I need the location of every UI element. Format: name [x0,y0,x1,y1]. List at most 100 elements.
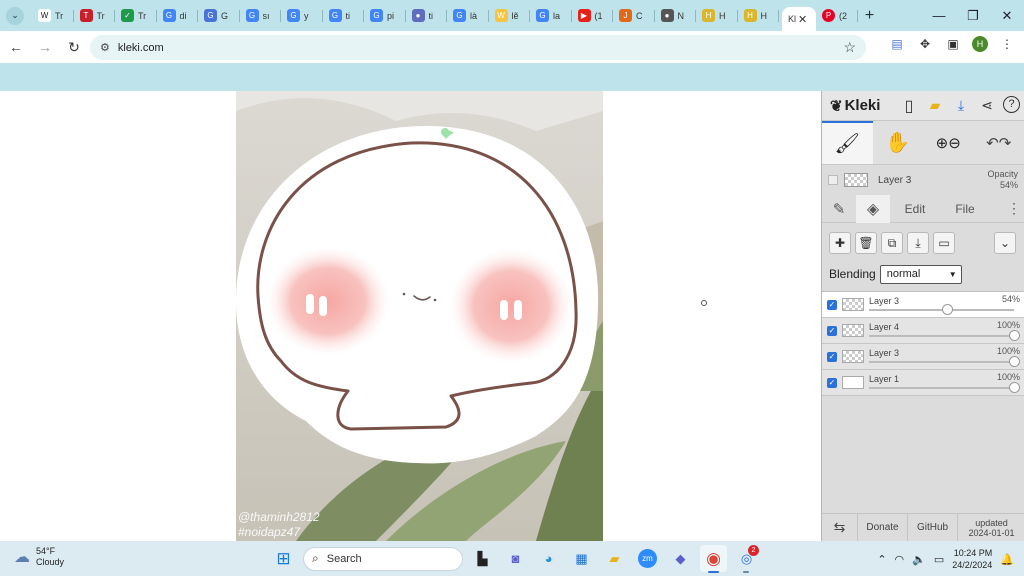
taskbar-search[interactable]: ⌕ Search [303,546,463,571]
new-tab-button[interactable]: + [858,7,882,25]
github-link[interactable]: GitHub [908,513,958,542]
menu-kebab-icon[interactable]: ⋮ [998,35,1016,53]
layer-visibility-checkbox[interactable]: ✓ [827,378,837,388]
tab-search-button[interactable]: ⌄ [6,6,24,25]
new-image-icon[interactable]: ▯ [899,96,919,116]
teams-app[interactable]: ◆ [667,545,694,572]
battery-icon[interactable]: ▭ [934,553,944,566]
extensions-icon[interactable]: ✥ [916,35,934,53]
download-icon[interactable]: ⤓ [951,96,971,116]
tab-brush-settings[interactable]: ✎ [822,195,856,223]
browser-tab[interactable]: GG [198,4,240,28]
zoom-button[interactable]: ⊕⊖ [923,121,974,164]
start-button[interactable]: ⊞ [270,545,297,572]
layer-opacity-knob[interactable] [1009,330,1020,341]
meet-app[interactable]: ◙ [502,545,529,572]
kleki-logo[interactable]: ❦ Kleki [830,97,880,115]
tab-edit[interactable]: Edit [890,195,940,223]
browser-tab[interactable]: ● ti [406,4,448,28]
close-tab-icon[interactable]: ✕ [798,13,807,26]
zalo-app[interactable]: ◎ 2 [733,545,760,573]
layer-row[interactable]: ✓ Layer 1 100% [822,370,1024,396]
layer-visibility-checkbox[interactable]: ✓ [827,300,837,310]
brush-tool-button[interactable]: 🖌 [822,121,873,164]
file-explorer-app[interactable]: ▰ [601,545,628,572]
browser-tab[interactable]: Gdi [157,4,199,28]
zoom-app[interactable]: zm [634,545,661,572]
layer-opacity-slider[interactable] [869,335,1014,337]
donate-link[interactable]: Donate [858,513,908,542]
tab-title: N [677,10,685,21]
more-options-icon[interactable]: ⋮ [1004,195,1024,223]
side-panel-icon[interactable]: ▣ [944,35,962,53]
layer-menu-dropdown[interactable]: ⌄ [994,232,1016,254]
layer-visibility-checkbox[interactable]: ✓ [827,352,837,362]
layer-row[interactable]: ✓ Layer 4 100% [822,318,1024,344]
wifi-icon[interactable]: ◠ [895,553,905,566]
weather-widget[interactable]: ☁ 54°F Cloudy [14,546,64,568]
browser-toolbar: ← → ↻ ⚙ kleki.com ☆ ▤ ✥ ▣ H ⋮ [0,31,1024,63]
tab-pinterest[interactable]: P (2 [816,4,858,28]
tab-file[interactable]: File [940,195,990,223]
browser-tab[interactable]: Gti [323,4,365,28]
add-layer-button[interactable]: ✚ [829,232,851,254]
store-app[interactable]: ▦ [568,545,595,572]
kleki-workspace[interactable]: @thaminh2812 #noidapz47 [0,91,821,541]
delete-layer-button[interactable]: 🗑 [855,232,877,254]
browser-tab[interactable]: Gsı [240,4,282,28]
clock[interactable]: 10:24 PM 24/2/2024 [952,547,992,571]
updated-info[interactable]: updated 2024-01-01 [958,514,1024,542]
browser-tab[interactable]: HH [738,4,780,28]
undo-redo-button[interactable]: ↶↷ [974,121,1024,164]
merge-down-button[interactable]: ⤓ [907,232,929,254]
browser-tab[interactable]: Glà [447,4,489,28]
swap-panel-side-icon[interactable]: ⇆ [822,513,858,542]
reload-button[interactable]: ↻ [61,34,87,60]
profile-avatar[interactable]: H [972,36,988,52]
restore-button[interactable]: ❐ [956,0,990,31]
close-window-button[interactable]: ✕ [990,0,1024,31]
browser-tab[interactable]: T Tr [74,4,116,28]
notification-bell-icon[interactable]: 🔔 [1000,553,1014,566]
address-bar[interactable]: ⚙ kleki.com ☆ [90,35,866,60]
layer-row[interactable]: ✓ Layer 3 54% [822,292,1024,318]
browser-tab[interactable]: Gla [530,4,572,28]
rename-layer-button[interactable]: ▭ [933,232,955,254]
browser-tab[interactable]: ● N [655,4,697,28]
browser-tab[interactable]: Wlẽ [489,4,531,28]
volume-icon[interactable]: 🔈 [912,553,926,566]
layer-opacity-knob[interactable] [1009,382,1020,393]
drawing-canvas[interactable]: @thaminh2812 #noidapz47 [236,91,603,541]
browser-tab[interactable]: ▶ (1 [572,4,614,28]
browser-tab[interactable]: Gy [281,4,323,28]
browser-tab[interactable]: Gpi [364,4,406,28]
share-icon[interactable]: ⋖ [977,96,997,116]
task-view-button[interactable]: ▙ [469,545,496,572]
layer-opacity-knob[interactable] [941,304,953,315]
chrome-app[interactable]: ◉ [700,545,727,573]
open-folder-icon[interactable]: ▰ [925,96,945,116]
layer-opacity-slider[interactable] [869,387,1014,389]
layer-row[interactable]: ✓ Layer 3 100% [822,344,1024,370]
layer-opacity-knob[interactable] [1009,356,1020,367]
back-button[interactable]: ← [3,34,29,60]
reading-list-icon[interactable]: ▤ [888,35,906,53]
browser-tab[interactable]: JC [613,4,655,28]
browser-tab[interactable]: ✓ Tr [115,4,157,28]
browser-tab[interactable]: HH [696,4,738,28]
help-icon[interactable]: ? [1003,95,1020,113]
hand-tool-button[interactable]: ✋ [873,121,924,164]
site-info-icon[interactable]: ⚙ [100,41,110,54]
tab-kleki-active[interactable]: Kl ✕ [782,7,816,31]
browser-tab[interactable]: W Tr [32,4,74,28]
minimize-button[interactable]: — [922,0,956,31]
blending-select[interactable]: normal ▼ [879,264,962,284]
layer-visibility-checkbox[interactable]: ✓ [827,326,837,336]
chevron-up-icon[interactable]: ⌃ [877,553,886,566]
edge-app[interactable]: ◕ [535,545,562,572]
bookmark-star-icon[interactable]: ☆ [843,39,856,56]
layer-opacity-slider[interactable] [869,361,1014,363]
duplicate-layer-button[interactable]: ⧉ [881,232,903,254]
forward-button[interactable]: → [32,34,58,60]
tab-layers[interactable]: ◈ [856,194,890,223]
